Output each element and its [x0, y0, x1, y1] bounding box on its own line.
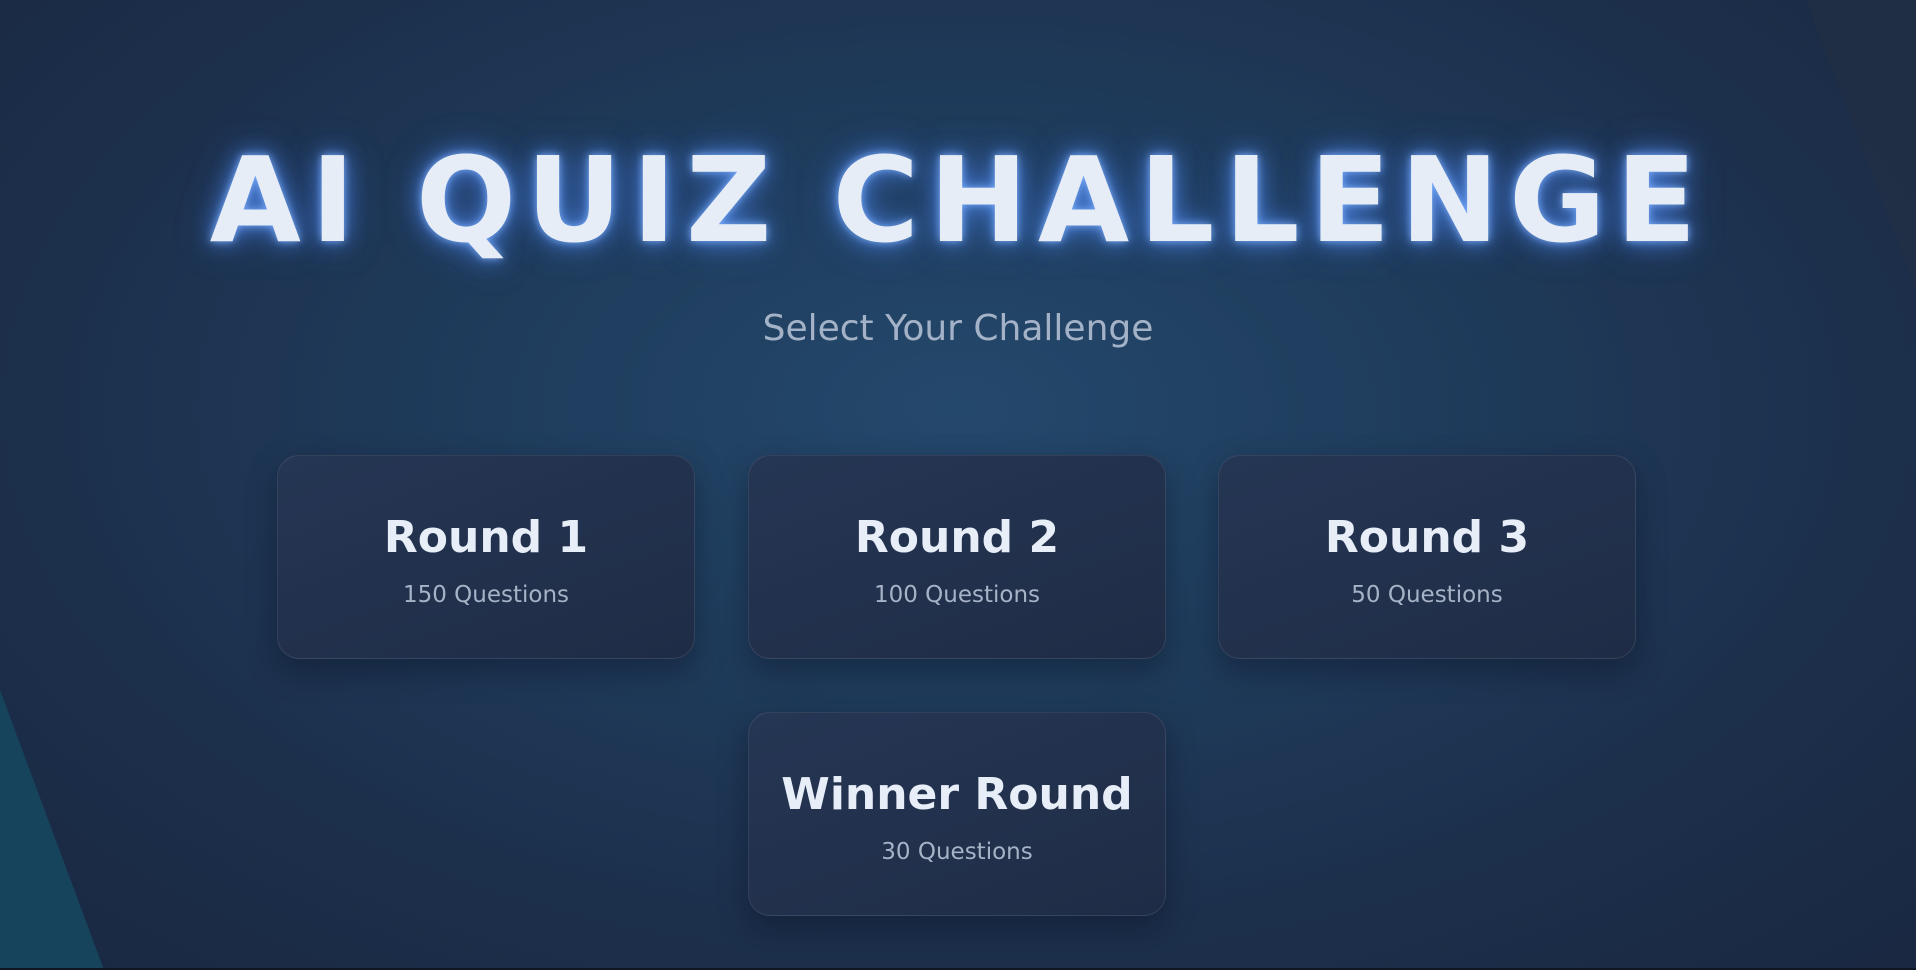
question-count: 100 Questions: [873, 582, 1041, 608]
round-title: Round 3: [1324, 512, 1530, 563]
decorative-shape-bottom-left: [0, 690, 104, 970]
round-title: Winner Round: [781, 769, 1133, 820]
round-3-card[interactable]: Round 3 50 Questions: [1218, 455, 1636, 659]
question-count: 30 Questions: [881, 839, 1033, 865]
page-title: AI QUIZ CHALLENGE: [209, 131, 1707, 269]
question-count: 150 Questions: [402, 582, 570, 608]
question-count: 50 Questions: [1351, 582, 1503, 608]
round-title: Round 2: [854, 512, 1060, 563]
round-title: Round 1: [383, 512, 589, 563]
round-1-card[interactable]: Round 1 150 Questions: [277, 455, 695, 659]
page-subtitle: Select Your Challenge: [762, 308, 1154, 349]
winner-round-card[interactable]: Winner Round 30 Questions: [748, 712, 1166, 916]
round-2-card[interactable]: Round 2 100 Questions: [748, 455, 1166, 659]
